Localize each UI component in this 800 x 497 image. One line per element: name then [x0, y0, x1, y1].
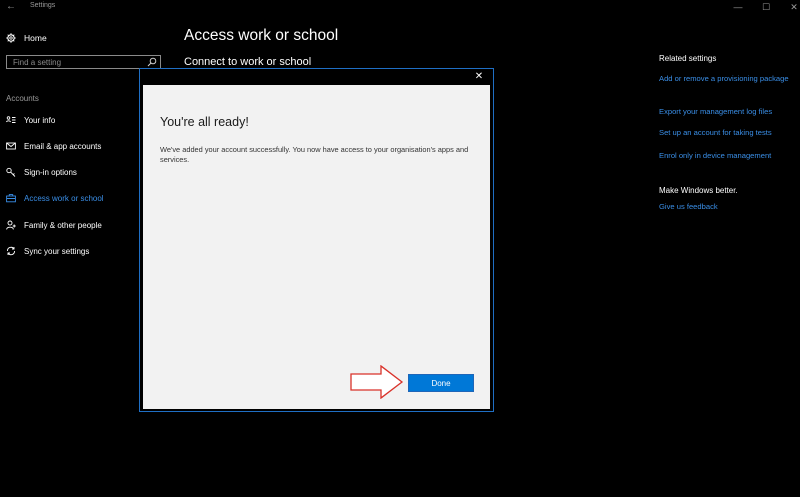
link-export-management-log-files[interactable]: Export your management log files	[659, 106, 789, 117]
app-title: Settings	[30, 2, 56, 9]
annotation-arrow-icon	[350, 365, 404, 399]
home-nav-item[interactable]: Home	[6, 31, 47, 45]
page-subtitle: Connect to work or school	[184, 56, 312, 68]
link-enrol-device-management[interactable]: Enrol only in device management	[659, 150, 789, 161]
key-icon	[6, 167, 16, 177]
setup-dialog: ✕ You're all ready! We've added your acc…	[139, 68, 494, 412]
search-icon[interactable]	[147, 57, 157, 67]
briefcase-icon	[6, 194, 16, 203]
back-button[interactable]: ←	[4, 1, 18, 13]
title-bar: ← Settings — ☐ ✕	[0, 0, 800, 15]
give-feedback-link[interactable]: Give us feedback	[659, 202, 718, 211]
contact-card-icon	[6, 116, 16, 123]
person-add-icon	[6, 220, 16, 230]
link-set-up-account-for-tests[interactable]: Set up an account for taking tests	[659, 127, 789, 138]
related-settings-heading: Related settings	[659, 54, 717, 63]
sidebar-item-your-info[interactable]: Your info	[6, 113, 55, 127]
maximize-button[interactable]: ☐	[756, 1, 776, 13]
section-label-accounts: Accounts	[6, 94, 39, 103]
page-title: Access work or school	[184, 27, 339, 44]
link-add-remove-provisioning-package[interactable]: Add or remove a provisioning package	[659, 73, 789, 84]
sidebar-item-access-work-or-school[interactable]: Access work or school	[6, 191, 104, 205]
dialog-heading: You're all ready!	[160, 115, 249, 129]
sidebar-item-email-app-accounts[interactable]: Email & app accounts	[6, 139, 101, 153]
sidebar-item-sign-in-options[interactable]: Sign-in options	[6, 165, 77, 179]
dialog-body: You're all ready! We've added your accou…	[143, 85, 490, 409]
sidebar-item-label: Your info	[24, 115, 56, 125]
done-button[interactable]: Done	[408, 374, 474, 392]
make-windows-better-heading: Make Windows better.	[659, 186, 738, 195]
sidebar-item-label: Email & app accounts	[24, 141, 102, 151]
sidebar-item-label: Sign-in options	[24, 167, 77, 177]
sidebar-item-label: Family & other people	[24, 220, 102, 230]
gear-icon	[6, 33, 16, 43]
search-input[interactable]: Find a setting	[6, 55, 161, 69]
mail-icon	[6, 142, 16, 150]
sync-icon	[7, 246, 15, 256]
sidebar-item-sync-your-settings[interactable]: Sync your settings	[6, 244, 89, 258]
sidebar-item-family-other-people[interactable]: Family & other people	[6, 218, 102, 232]
dialog-close-button[interactable]: ✕	[473, 71, 485, 83]
dialog-message: We've added your account successfully. Y…	[160, 145, 469, 164]
sidebar-item-label: Access work or school	[24, 193, 104, 203]
minimize-button[interactable]: —	[728, 1, 748, 13]
home-label: Home	[24, 33, 47, 43]
sidebar-item-label: Sync your settings	[24, 246, 90, 256]
close-button[interactable]: ✕	[784, 1, 800, 13]
search-placeholder: Find a setting	[13, 58, 62, 67]
